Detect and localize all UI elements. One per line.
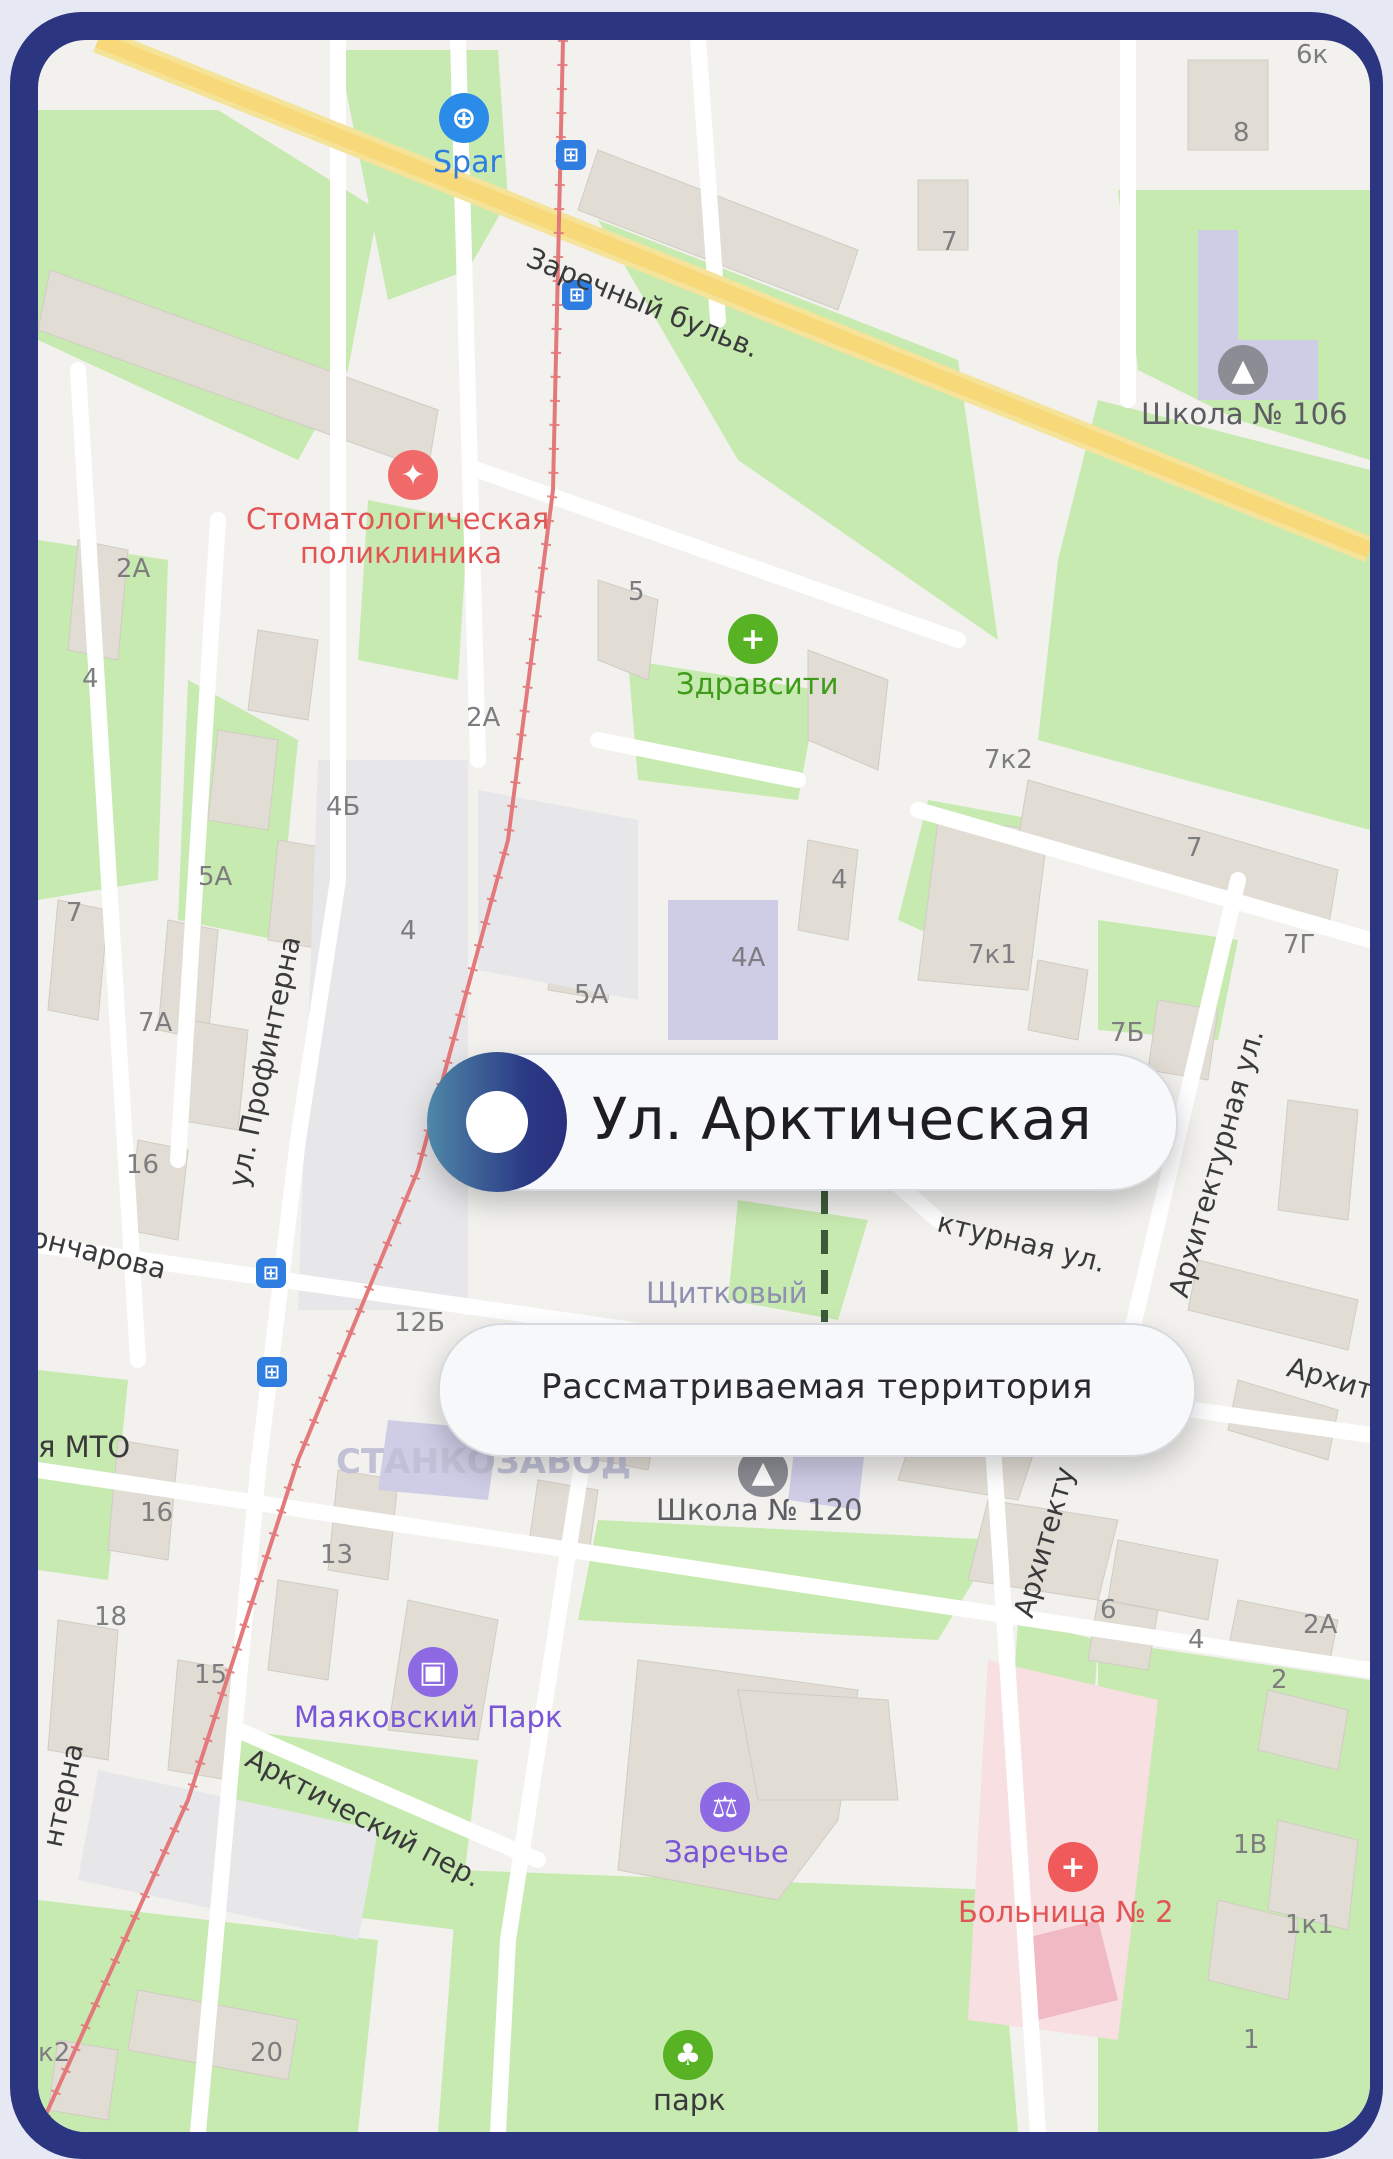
- poi-label-zdravsiti: Здравсити: [676, 667, 839, 701]
- poi-label-mto: я МТО: [38, 1430, 131, 1464]
- house-number: 2: [1271, 1665, 1288, 1695]
- house-number: 4: [82, 664, 99, 694]
- poi-label-stomat-1: Стоматологическая: [246, 502, 550, 536]
- house-number: 4: [831, 865, 848, 895]
- poi-label-hospital: Больница № 2: [958, 1895, 1174, 1929]
- house-number: 7: [1186, 833, 1203, 863]
- house-number: 13: [320, 1540, 354, 1570]
- hospital-icon[interactable]: +: [1048, 1842, 1098, 1892]
- house-number: 16: [140, 1498, 174, 1528]
- house-number: 6: [1100, 1595, 1117, 1625]
- house-number: 5А: [574, 980, 609, 1010]
- house-number: 7к2: [984, 745, 1033, 775]
- house-number: 4: [400, 916, 417, 946]
- territory-label-text: Рассматриваемая территория: [541, 1367, 1093, 1407]
- poi-label-school120: Школа № 120: [656, 1493, 863, 1527]
- pharmacy-icon[interactable]: +: [728, 614, 778, 664]
- poi-label-zarechye: Заречье: [664, 1835, 789, 1869]
- poi-label-school106: Школа № 106: [1141, 397, 1348, 431]
- fitness-icon[interactable]: ⚖: [700, 1782, 750, 1832]
- house-number: 12Б: [394, 1308, 445, 1338]
- house-number: 1к1: [1285, 1910, 1334, 1940]
- location-marker-label: Ул. Арктическая: [592, 1085, 1092, 1153]
- house-number: 6к: [1296, 40, 1329, 70]
- poi-label-park: парк: [653, 2083, 726, 2117]
- house-number: 5: [628, 577, 645, 607]
- poi-label-spar: Spar: [433, 145, 502, 180]
- poi-label-mayakovsky: Маяковский Парк: [294, 1700, 563, 1734]
- house-number: 16: [126, 1150, 160, 1180]
- house-number: 1: [1243, 2025, 1260, 2055]
- house-number: 1В: [1233, 1830, 1268, 1860]
- house-number: 7: [66, 898, 83, 928]
- shop-icon[interactable]: ⊕: [439, 93, 489, 143]
- area-label-shchitkovy: Щитковый: [646, 1276, 808, 1310]
- school-icon[interactable]: ▲: [1218, 345, 1268, 395]
- park-icon[interactable]: ♣: [663, 2030, 713, 2080]
- bus-stop-icon[interactable]: ⊞: [556, 140, 586, 170]
- location-pin-icon: [427, 1052, 567, 1192]
- house-number: 7к1: [968, 940, 1017, 970]
- house-number: 5А: [198, 862, 233, 892]
- dentistry-icon[interactable]: ✦: [388, 450, 438, 500]
- house-number: 4Б: [326, 792, 361, 822]
- house-number: 2А: [1303, 1610, 1338, 1640]
- map-viewport[interactable]: ⊕ ✦ + ▲ ▲ ▣ ⚖ + ♣ ⊞ ⊞ ⊞ ⊞ Spar Стоматоло…: [38, 40, 1370, 2132]
- business-center-icon[interactable]: ▣: [408, 1647, 458, 1697]
- house-number: 8: [1233, 118, 1250, 148]
- house-number: к2: [38, 2038, 71, 2068]
- house-number: 4: [1188, 1625, 1205, 1655]
- house-number: 20: [250, 2038, 284, 2068]
- territory-label-pill[interactable]: Рассматриваемая территория: [438, 1323, 1196, 1457]
- house-number: 7Б: [1110, 1018, 1145, 1048]
- house-number: 7А: [138, 1008, 173, 1038]
- house-number: 18: [94, 1602, 128, 1632]
- location-marker-main[interactable]: Ул. Арктическая: [427, 1052, 1178, 1192]
- poi-label-stomat-2: поликлиника: [300, 536, 503, 570]
- house-number: 7Г: [1283, 930, 1316, 960]
- house-number: 2А: [466, 703, 501, 733]
- marker-connector-line: [821, 1190, 828, 1322]
- house-number: 7: [941, 227, 958, 257]
- house-number: 15: [194, 1660, 228, 1690]
- house-number: 2А: [116, 554, 151, 584]
- bus-stop-icon[interactable]: ⊞: [256, 1258, 286, 1288]
- bus-stop-icon[interactable]: ⊞: [257, 1357, 287, 1387]
- house-number: 4А: [731, 943, 766, 973]
